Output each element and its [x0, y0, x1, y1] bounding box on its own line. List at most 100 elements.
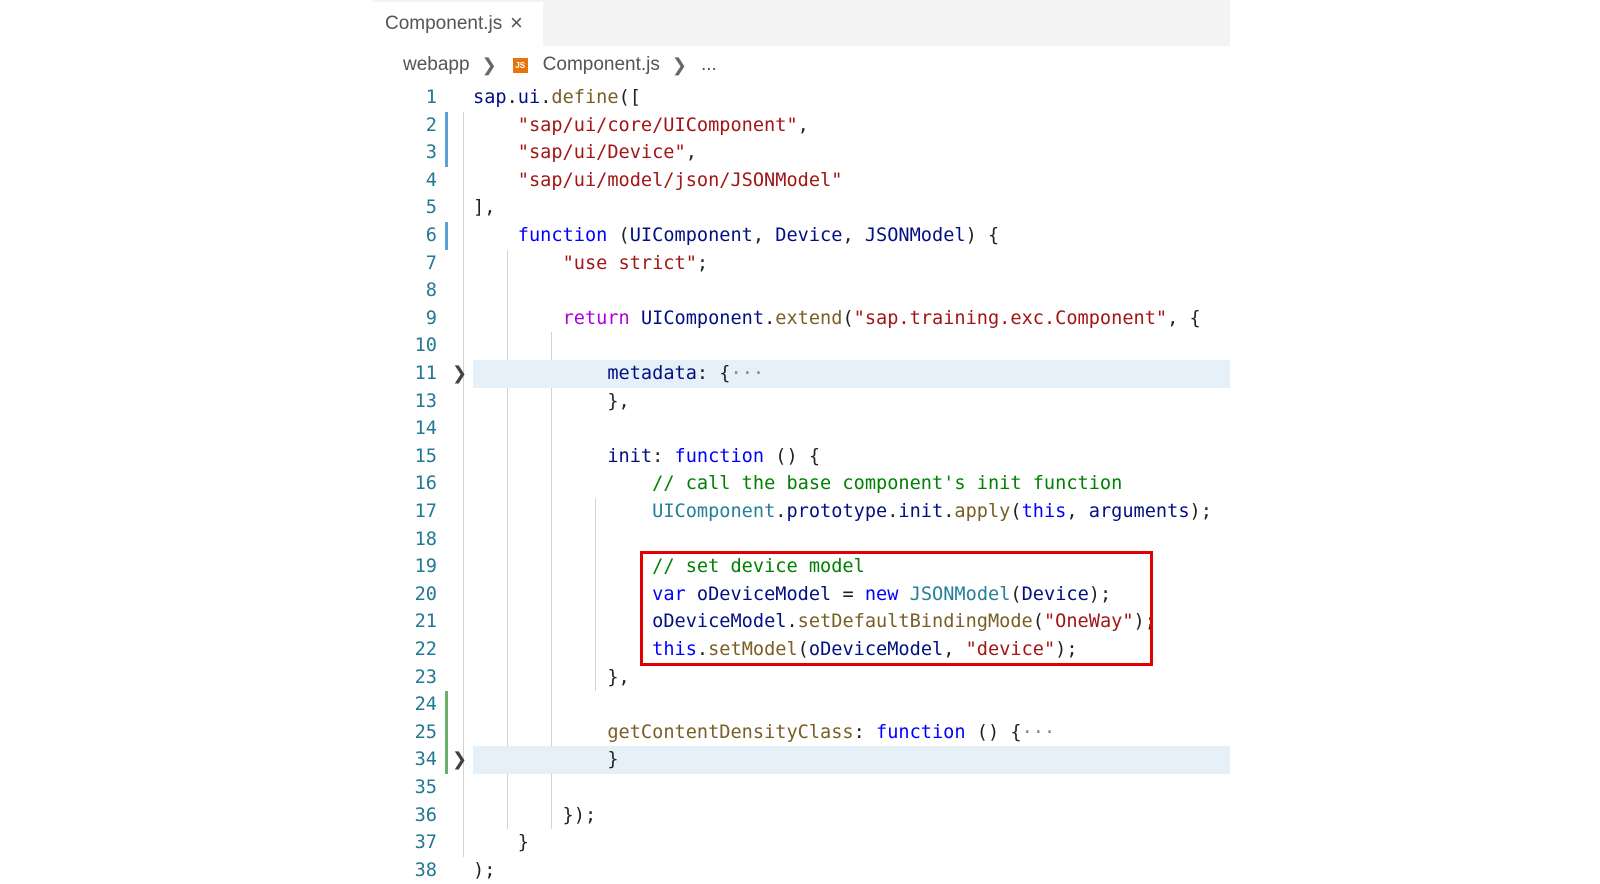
code-text: }, [473, 388, 630, 416]
code-line[interactable]: 16 // call the base component's init fun… [373, 470, 1230, 498]
code-line[interactable]: 7 "use strict"; [373, 250, 1230, 278]
code-text: UIComponent.prototype.init.apply(this, a… [473, 498, 1212, 526]
code-text: sap.ui.define([ [473, 84, 641, 112]
line-number: 5 [425, 197, 437, 219]
code-line[interactable]: 34 ❯ } [373, 746, 1230, 774]
line-number: 14 [414, 418, 437, 440]
code-token: "use strict" [562, 252, 697, 274]
code-token: . [506, 87, 518, 108]
added-line-marker[interactable] [445, 746, 448, 774]
code-area[interactable]: 1 sap.ui.define([2 "sap/ui/core/UICompone… [373, 84, 1230, 882]
fold-chevron-icon[interactable]: ❯ [452, 746, 467, 774]
code-line[interactable]: 18 [373, 526, 1230, 554]
code-line[interactable]: 3 "sap/ui/Device", [373, 139, 1230, 167]
code-token: . [887, 501, 899, 522]
code-line[interactable]: 38); [373, 857, 1230, 884]
modified-line-marker[interactable] [445, 111, 448, 140]
breadcrumb-file[interactable]: Component.js [543, 54, 660, 76]
code-token: }); [473, 804, 597, 826]
line-number: 21 [414, 611, 437, 633]
breadcrumb-folder[interactable]: webapp [403, 54, 470, 76]
line-number: 4 [425, 169, 437, 191]
code-token: function [876, 721, 966, 743]
code-line[interactable]: 11 ❯ metadata: {··· [373, 360, 1230, 388]
code-token: ui [517, 87, 541, 108]
line-number: 35 [414, 777, 437, 798]
code-token: }, [473, 390, 630, 412]
line-number: 6 [425, 225, 437, 246]
code-token: // call the base component's init functi… [652, 473, 1123, 495]
code-text: }, [473, 664, 629, 692]
code-editor: Component.js × webapp ❯ JS Component.js … [0, 0, 1600, 882]
code-line[interactable]: 4 "sap/ui/model/json/JSONModel" [373, 167, 1230, 195]
code-line[interactable]: 8 [373, 277, 1230, 305]
code-token: "sap/ui/core/UIComponent" [517, 114, 798, 136]
code-line[interactable]: 17 UIComponent.prototype.init.apply(this… [373, 498, 1230, 526]
code-token: . [943, 501, 955, 522]
code-line[interactable]: 35 [373, 774, 1230, 802]
code-line[interactable]: 23 }, [373, 664, 1230, 692]
code-line[interactable]: 1 sap.ui.define([ [373, 84, 1230, 112]
code-line[interactable]: 36 }); [373, 802, 1230, 830]
code-line[interactable]: 14 [373, 415, 1230, 443]
fold-chevron-icon[interactable]: ❯ [452, 360, 467, 388]
code-token: : { [696, 363, 731, 384]
added-line-marker[interactable] [445, 691, 448, 719]
code-token: arguments [1088, 501, 1190, 522]
code-token: return [562, 307, 630, 329]
code-token: "sap/ui/model/json/JSONModel" [517, 169, 843, 191]
code-token: ; [696, 252, 709, 274]
code-line[interactable]: 9 return UIComponent.extend("sap.trainin… [373, 305, 1230, 333]
code-text: } [473, 746, 618, 774]
code-line[interactable]: 25 getContentDensityClass: function () {… [373, 718, 1230, 747]
modified-line-marker[interactable] [445, 139, 448, 167]
tab-component-js[interactable]: Component.js × [373, 0, 543, 46]
code-token: } [473, 832, 529, 854]
code-line[interactable]: 6 function (UIComponent, Device, JSONMod… [373, 222, 1230, 250]
modified-line-marker[interactable] [445, 222, 448, 250]
code-token: UIComponent [640, 307, 765, 329]
line-number: 3 [425, 142, 437, 164]
highlight-box [640, 551, 1153, 666]
line-number: 15 [414, 445, 437, 467]
code-token: , [752, 225, 776, 246]
code-token: Device [775, 225, 843, 246]
close-icon[interactable]: × [510, 11, 523, 35]
code-line[interactable]: 37 } [373, 829, 1230, 857]
code-line[interactable]: 15 init: function () { [373, 443, 1230, 471]
breadcrumb-more[interactable]: ... [701, 54, 717, 76]
code-token: , [842, 225, 865, 246]
code-token: ); [1189, 501, 1212, 522]
code-token: UIComponent [652, 501, 776, 522]
line-number: 19 [414, 556, 437, 578]
js-file-icon: JS [512, 57, 528, 73]
line-number: 22 [414, 639, 437, 660]
code-text: "sap/ui/model/json/JSONModel" [473, 167, 843, 195]
code-line[interactable]: 10 [373, 332, 1230, 360]
code-line[interactable]: 24 [373, 691, 1230, 719]
code-token: UIComponent [629, 225, 753, 246]
code-token: ) { [965, 225, 1000, 246]
code-line[interactable]: 2 "sap/ui/core/UIComponent", [373, 111, 1230, 140]
added-line-marker[interactable] [445, 718, 448, 747]
code-token: , [797, 114, 809, 136]
line-number: 7 [425, 252, 437, 274]
code-line[interactable]: 13 }, [373, 388, 1230, 416]
code-token: define [551, 87, 619, 108]
code-token: init [607, 445, 653, 467]
code-token: ( [1010, 501, 1022, 522]
code-line[interactable]: 5], [373, 194, 1230, 222]
line-number: 24 [414, 694, 437, 716]
code-token: sap [473, 87, 507, 108]
code-token: "sap/ui/Device" [517, 142, 686, 164]
code-token: . [775, 501, 787, 522]
code-token: getContentDensityClass [607, 721, 854, 743]
breadcrumb: webapp ❯ JS Component.js ❯ ... [403, 51, 717, 79]
